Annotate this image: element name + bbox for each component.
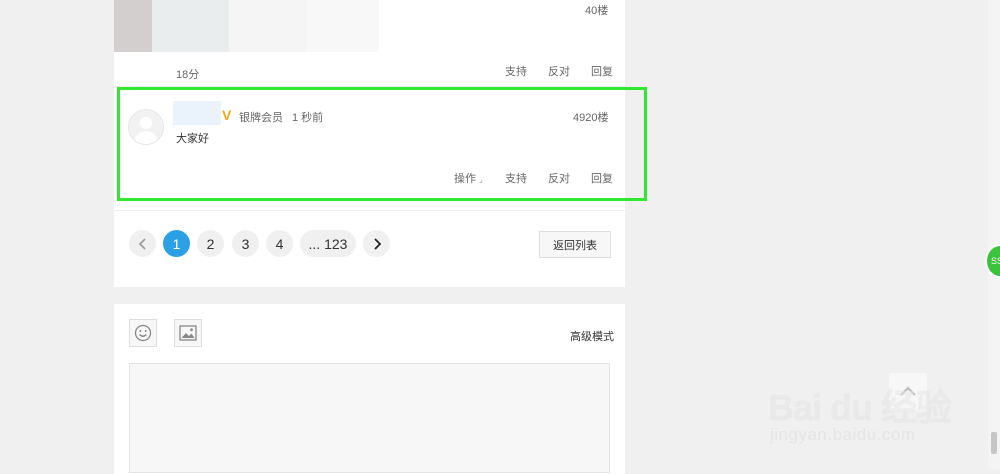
watermark-url-text: jingyan.baidu.com [770,425,916,444]
back-to-top-button[interactable] [889,373,927,411]
avatar-body-icon [134,131,158,144]
username-redacted[interactable] [173,101,221,125]
smiley-icon [134,324,152,342]
oppose-link[interactable]: 反对 [548,170,570,186]
image-thumbnail[interactable] [114,0,152,52]
image-icon [179,325,197,341]
post-floor: 4920楼 [573,112,609,124]
operate-label: 操作 [454,173,476,185]
page-4-button[interactable]: 4 [266,230,293,257]
advanced-mode-link[interactable]: 高级模式 [570,328,614,344]
scrollbar-thumb[interactable] [991,432,997,454]
vip-v-icon: V [222,107,232,123]
reply-link[interactable]: 回复 [591,170,613,186]
prev-page-button[interactable] [129,230,156,257]
page-1-button[interactable]: 1 [163,230,190,257]
image-upload-button[interactable] [174,319,202,347]
image-thumbnail[interactable] [152,0,229,52]
divider [114,210,625,211]
emoji-button[interactable] [129,319,157,347]
support-link[interactable]: 支持 [505,170,527,186]
operate-menu[interactable]: 操作 ⌟ [454,170,483,186]
image-thumbnail[interactable] [306,0,379,52]
previous-post-time: 18分 [176,69,200,81]
previous-post-floor: 40楼 [585,5,609,17]
user-avatar[interactable] [128,109,164,145]
page-2-button[interactable]: 2 [197,230,224,257]
reply-textarea[interactable] [129,363,610,473]
divider [114,86,625,87]
next-page-button[interactable] [363,230,390,257]
chevron-up-icon [900,386,916,396]
post-content: 大家好 [176,133,209,145]
corner-arrow-icon: ⌟ [479,175,483,184]
vertical-scrollbar[interactable] [988,0,1000,469]
post-time: 1 秒前 [292,112,324,124]
chevron-right-icon [373,237,381,250]
previous-post-oppose-link[interactable]: 反对 [548,63,570,79]
avatar-head-icon [140,117,152,129]
page-3-button[interactable]: 3 [232,230,259,257]
last-page-button[interactable]: ... 123 [300,230,356,257]
image-thumbnail[interactable] [229,0,306,52]
back-to-list-button[interactable]: 返回列表 [539,231,611,258]
previous-post-reply-link[interactable]: 回复 [591,63,613,79]
member-level: 银牌会员 [239,112,283,124]
chevron-left-icon [138,237,146,250]
previous-post-support-link[interactable]: 支持 [505,63,527,79]
